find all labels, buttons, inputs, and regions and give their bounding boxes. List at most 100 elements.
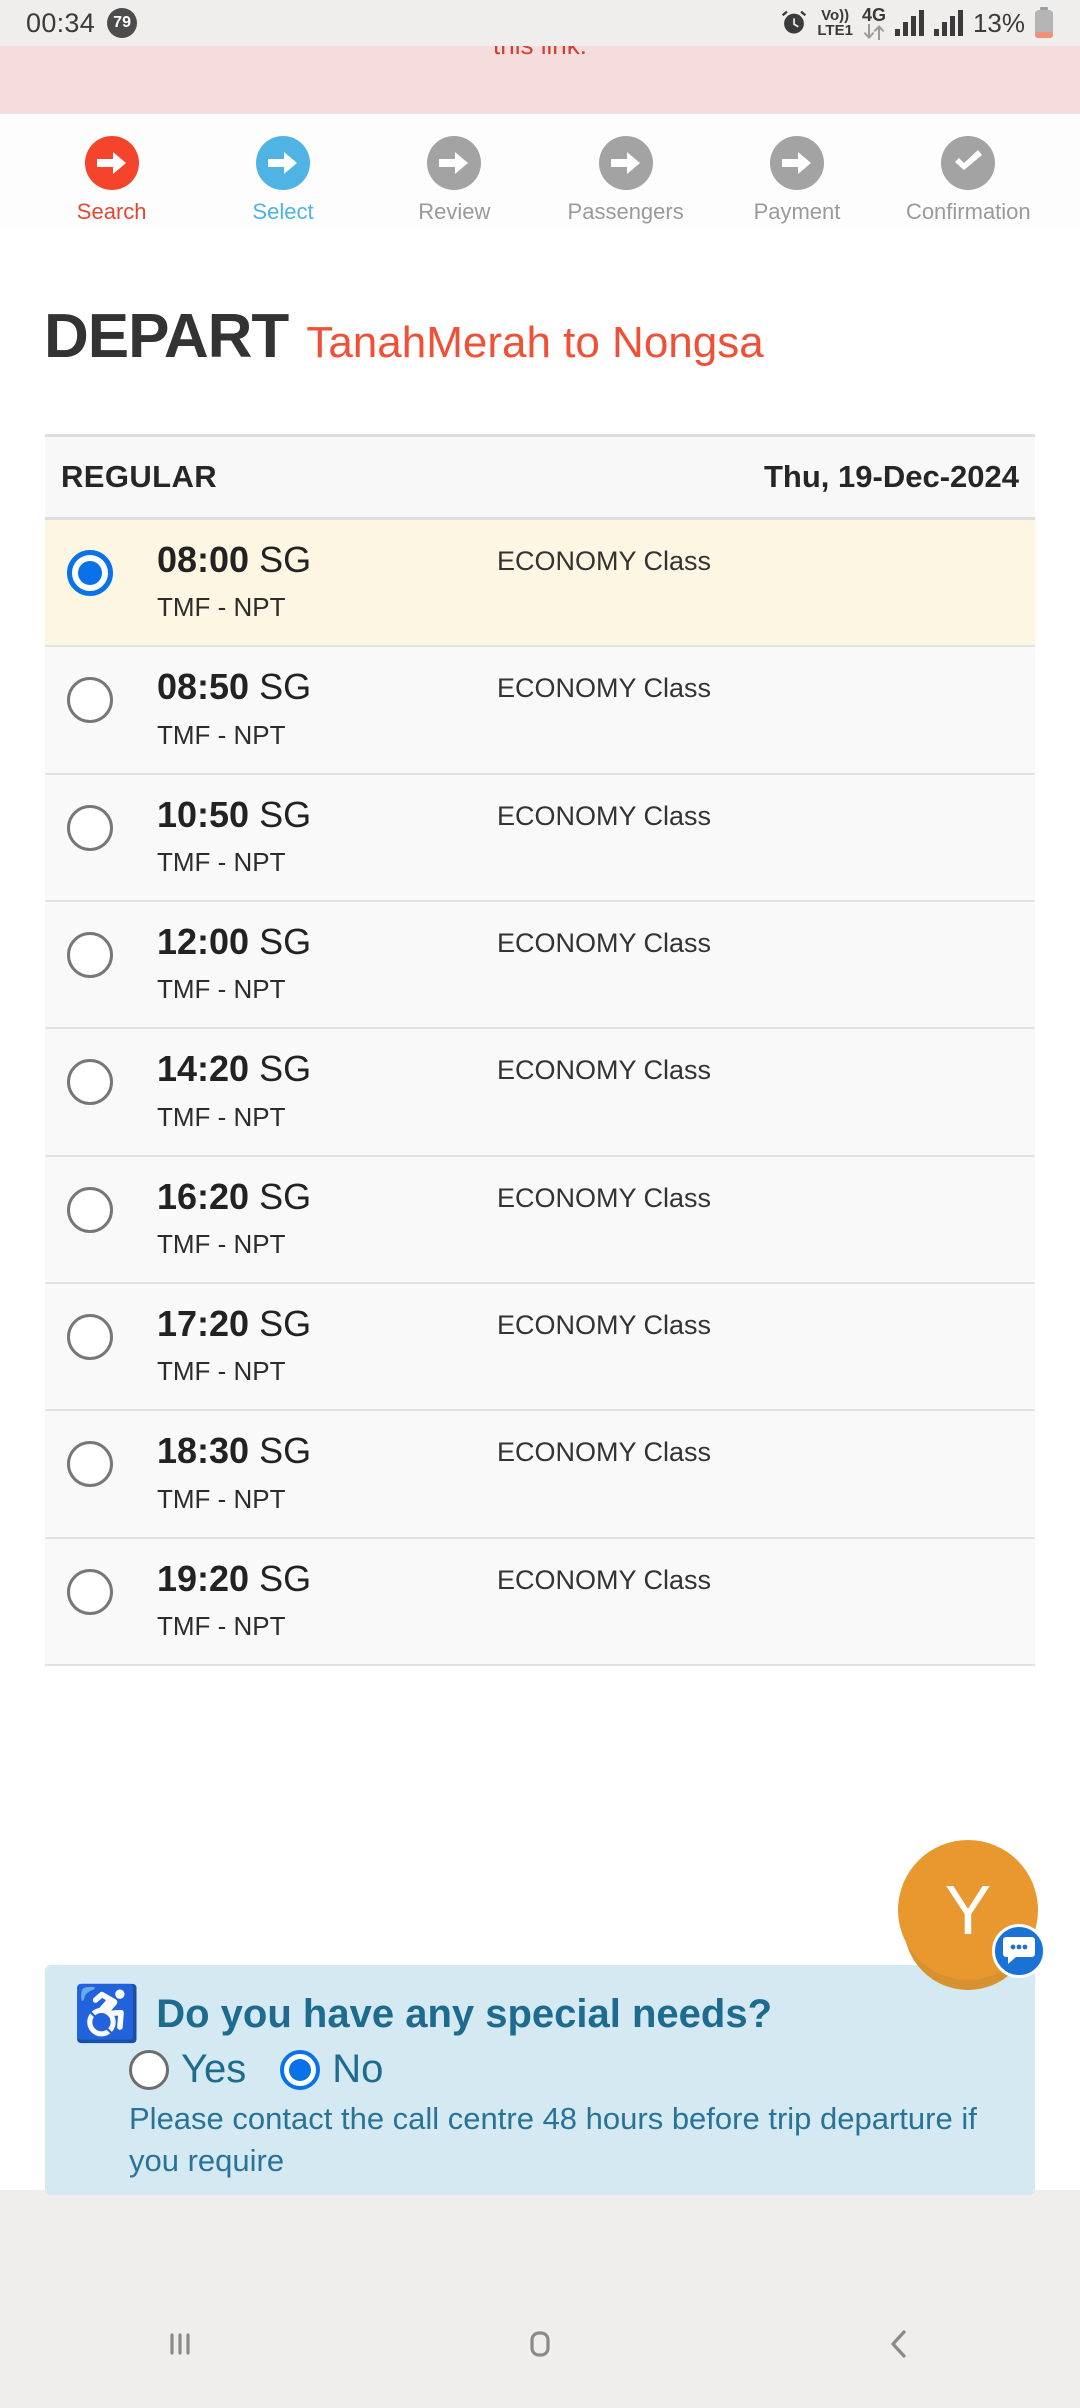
stepper-step-select[interactable]: Select <box>197 136 368 225</box>
trip-radio-button[interactable] <box>67 1186 113 1233</box>
trip-class-cell: ECONOMY Class <box>497 922 1019 959</box>
trip-radio-cell[interactable] <box>61 1559 157 1615</box>
trip-time: 08:50 <box>157 666 250 708</box>
table-row[interactable]: 17:20 SG TMF - NPT ECONOMY Class <box>45 1283 1035 1412</box>
battery-icon <box>1034 7 1054 39</box>
trip-time-cell: 10:50 SG TMF - NPT <box>157 793 497 878</box>
trip-time: 19:20 <box>157 1557 250 1599</box>
special-needs-yes-label: Yes <box>181 2047 247 2091</box>
trip-class-cell: ECONOMY Class <box>497 540 1019 577</box>
trip-route: TMF - NPT <box>157 592 286 623</box>
signal-bars-icon <box>933 10 964 36</box>
chat-fab-letter: Y <box>944 1871 992 1949</box>
stepper-step-confirmation[interactable]: Confirmation <box>883 136 1054 225</box>
stepper-step-passengers[interactable]: Passengers <box>540 136 711 225</box>
table-row[interactable]: 14:20 SG TMF - NPT ECONOMY Class <box>45 1029 1035 1157</box>
travel-date-label: Thu, 19-Dec-2024 <box>764 459 1019 494</box>
trip-class: ECONOMY Class <box>497 1055 712 1086</box>
trip-radio-button[interactable] <box>67 1441 113 1488</box>
trip-zone: SG <box>259 1430 312 1472</box>
arrow-right-icon <box>598 136 653 190</box>
trip-radio-cell[interactable] <box>61 922 157 978</box>
home-icon[interactable] <box>360 2322 720 2366</box>
trip-route: TMF - NPT <box>157 846 286 877</box>
arrow-right-icon <box>84 136 139 190</box>
notification-count-badge: 79 <box>107 8 138 38</box>
trip-radio-button[interactable] <box>67 1313 113 1360</box>
trip-time: 12:00 <box>157 920 250 962</box>
trip-class: ECONOMY Class <box>497 800 712 831</box>
check-icon <box>941 136 996 190</box>
page-title-route: TanahMerah to Nongsa <box>306 318 764 367</box>
trip-route: TMF - NPT <box>157 1356 286 1387</box>
table-row[interactable]: 08:00 SG TMF - NPT ECONOMY Class <box>45 520 1035 648</box>
table-row[interactable]: 19:20 SG TMF - NPT ECONOMY Class <box>45 1538 1035 1666</box>
table-row[interactable]: 08:50 SG TMF - NPT ECONOMY Class <box>45 647 1035 775</box>
trip-radio-cell[interactable] <box>61 1304 157 1360</box>
chat-bubble-icon[interactable] <box>992 1924 1046 1978</box>
special-needs-option-yes[interactable]: Yes <box>129 2047 246 2092</box>
trip-class-cell: ECONOMY Class <box>497 1559 1019 1596</box>
trip-route: TMF - NPT <box>157 1483 286 1514</box>
table-row[interactable]: 12:00 SG TMF - NPT ECONOMY Class <box>45 901 1035 1030</box>
back-icon[interactable] <box>720 2322 1080 2366</box>
table-row[interactable]: 16:20 SG TMF - NPT ECONOMY Class <box>45 1156 1035 1284</box>
signal-bars-icon <box>894 10 925 36</box>
trip-time-cell: 17:20 SG TMF - NPT <box>157 1302 497 1387</box>
status-bar-right: Vo)) LTE1 4G 13% <box>780 6 1054 40</box>
trip-zone: SG <box>259 1048 312 1090</box>
stepper-step-search[interactable]: Search <box>26 136 197 225</box>
trip-radio-cell[interactable] <box>61 1177 157 1233</box>
stepper-step-review[interactable]: Review <box>369 136 540 225</box>
table-row[interactable]: 10:50 SG TMF - NPT ECONOMY Class <box>45 774 1035 902</box>
special-needs-no-radio[interactable] <box>280 2049 321 2090</box>
trip-zone: SG <box>259 1557 312 1599</box>
stepper-label-confirmation: Confirmation <box>905 199 1031 224</box>
special-needs-yes-radio[interactable] <box>129 2049 169 2090</box>
trip-time: 10:50 <box>157 793 250 835</box>
page-bottom-spacer <box>0 2190 1080 2280</box>
trip-class-cell: ECONOMY Class <box>497 795 1019 832</box>
stepper-step-payment[interactable]: Payment <box>711 136 882 225</box>
trip-radio-cell[interactable] <box>61 795 157 851</box>
arrow-right-icon <box>769 136 824 190</box>
trip-time-cell: 19:20 SG TMF - NPT <box>157 1557 497 1642</box>
trip-radio-button[interactable] <box>67 1568 113 1615</box>
android-nav-bar <box>0 2280 1080 2408</box>
trip-radio-button[interactable] <box>67 1059 113 1106</box>
trip-time-cell: 08:00 SG TMF - NPT <box>157 539 497 623</box>
stepper-label-review: Review <box>418 199 491 224</box>
trip-class: ECONOMY Class <box>497 1182 712 1213</box>
trip-route: TMF - NPT <box>157 1101 286 1132</box>
trip-radio-cell[interactable] <box>61 667 157 724</box>
table-row[interactable]: 18:30 SG TMF - NPT ECONOMY Class <box>45 1411 1035 1539</box>
chat-widget[interactable]: Y <box>898 1840 1046 1990</box>
trip-class-cell: ECONOMY Class <box>497 1431 1019 1468</box>
battery-percent-label: 13% <box>972 7 1025 38</box>
trip-radio-button[interactable] <box>67 677 113 724</box>
trip-radio-cell[interactable] <box>61 1049 157 1106</box>
special-needs-header: ♿ Do you have any special needs? <box>73 1987 1007 2041</box>
special-needs-option-no[interactable]: No <box>280 2047 383 2092</box>
schedule-table-header: REGULAR Thu, 19-Dec-2024 <box>45 437 1035 520</box>
trip-time-cell: 12:00 SG TMF - NPT <box>157 920 497 1005</box>
special-needs-note: Please contact the call centre 48 hours … <box>129 2101 977 2179</box>
booking-stepper: Search Select Review Passengers Payment … <box>0 114 1080 225</box>
trip-class: ECONOMY Class <box>497 1564 712 1595</box>
recents-icon[interactable] <box>0 2322 360 2366</box>
special-needs-no-label: No <box>332 2047 384 2091</box>
trip-zone: SG <box>259 1175 312 1217</box>
stepper-label-search: Search <box>76 199 147 224</box>
trip-class: ECONOMY Class <box>497 673 712 704</box>
trip-route: TMF - NPT <box>157 974 286 1005</box>
trip-radio-button[interactable] <box>67 804 113 851</box>
trip-radio-button[interactable] <box>67 931 113 978</box>
trip-class: ECONOMY Class <box>497 1437 712 1468</box>
trip-time: 17:20 <box>157 1302 250 1344</box>
trip-time-cell: 14:20 SG TMF - NPT <box>157 1049 497 1132</box>
trip-radio-cell[interactable] <box>61 1431 157 1488</box>
trip-radio-button[interactable] <box>67 550 113 596</box>
trip-radio-cell[interactable] <box>61 540 157 596</box>
notice-banner-text[interactable]: this link. <box>493 46 587 58</box>
trip-route: TMF - NPT <box>157 719 286 750</box>
